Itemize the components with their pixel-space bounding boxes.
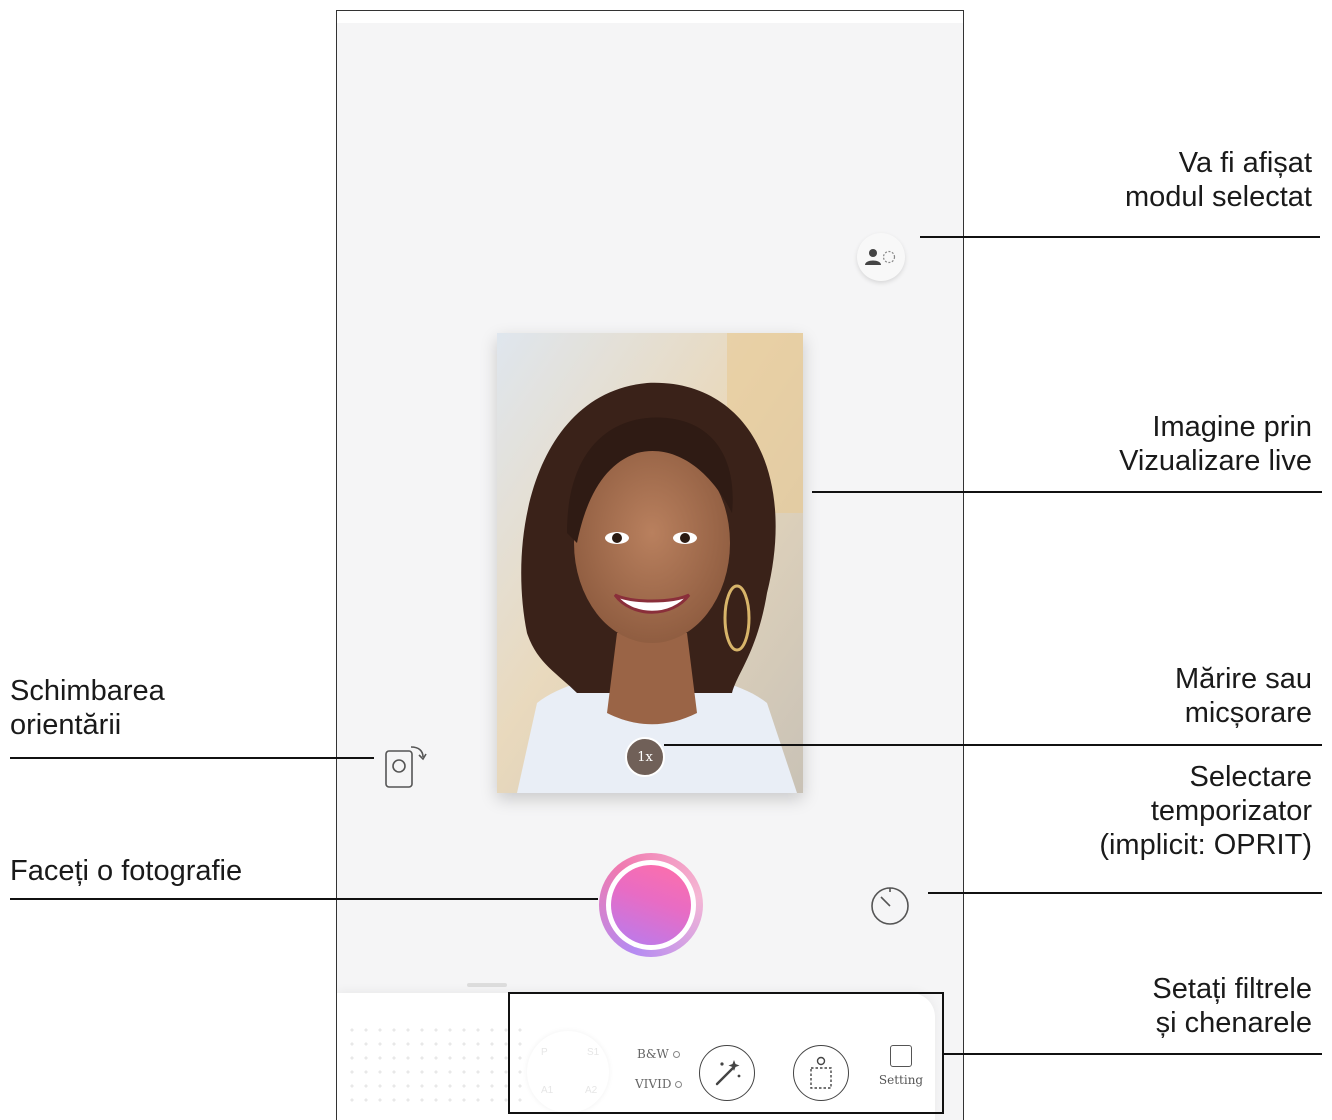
rotate-orientation-icon bbox=[385, 746, 427, 788]
leader-line bbox=[664, 744, 1322, 746]
annotation-filters-frames: Setați filtrele și chenarele bbox=[1152, 973, 1312, 1039]
zoom-button[interactable]: 1x bbox=[625, 737, 665, 777]
drawer-handle[interactable] bbox=[467, 983, 507, 987]
timer-icon bbox=[871, 887, 909, 925]
mode-indicator-button[interactable] bbox=[857, 233, 905, 281]
leader-line bbox=[920, 236, 1320, 238]
phone-screen: 1x P S1 A1 A2 B&W VIVID Setting bbox=[336, 10, 964, 1120]
leader-line bbox=[812, 491, 1322, 493]
dot-pattern bbox=[345, 1023, 525, 1103]
camera-screen: 1x P S1 A1 A2 B&W VIVID Setting bbox=[337, 23, 963, 1120]
leader-line bbox=[10, 898, 598, 900]
annotation-orientation: Schimbarea orientării bbox=[10, 675, 165, 741]
annotation-live-view: Imagine prin Vizualizare live bbox=[1119, 411, 1312, 477]
filters-highlight-box bbox=[508, 992, 944, 1114]
annotation-mode-selected: Va fi afișat modul selectat bbox=[1125, 147, 1312, 213]
annotation-zoom: Mărire sau micșorare bbox=[1175, 663, 1312, 729]
live-view-image bbox=[497, 333, 803, 793]
person-mode-icon bbox=[865, 249, 896, 265]
leader-line bbox=[944, 1053, 1322, 1055]
annotation-take-photo: Faceți o fotografie bbox=[10, 855, 243, 887]
annotation-timer: Selectare temporizator (implicit: OPRIT) bbox=[1099, 761, 1312, 861]
leader-line bbox=[10, 757, 374, 759]
leader-line bbox=[928, 892, 1322, 894]
shutter-button[interactable] bbox=[599, 853, 703, 957]
timer-button[interactable] bbox=[867, 881, 913, 927]
orientation-button[interactable] bbox=[383, 741, 427, 791]
